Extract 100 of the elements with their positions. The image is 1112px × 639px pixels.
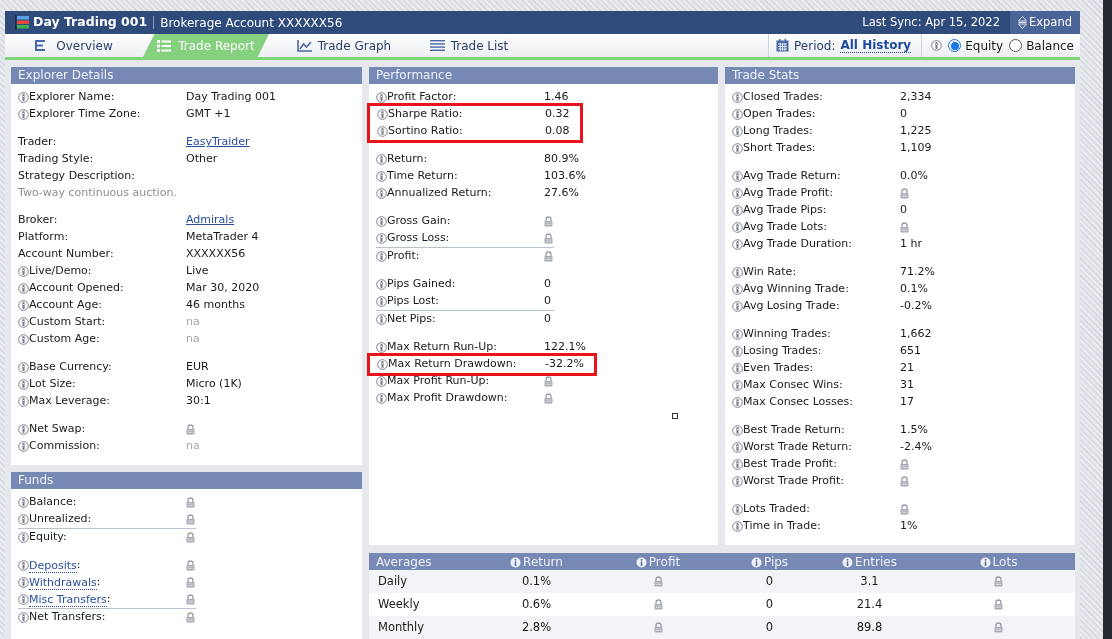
stat-label: Sortino Ratio: [388, 123, 463, 140]
list-icon [157, 39, 173, 52]
stat-link[interactable]: Withdrawals [29, 575, 97, 590]
stat-label: : [76, 557, 81, 574]
info-icon[interactable] [732, 267, 743, 278]
info-icon[interactable] [732, 459, 743, 470]
info-icon[interactable] [18, 362, 29, 373]
stat-label: Closed Trades: [743, 89, 823, 106]
stat-label: Account Age: [29, 297, 102, 314]
info-icon[interactable] [18, 594, 29, 605]
info-icon[interactable] [732, 380, 743, 391]
stat-value: 17 [900, 394, 915, 411]
info-icon[interactable] [18, 317, 29, 328]
info-icon[interactable] [732, 476, 743, 487]
info-icon[interactable] [732, 425, 743, 436]
info-icon[interactable] [377, 359, 388, 370]
stat-link[interactable]: Admirals [186, 212, 355, 229]
period-link[interactable]: All History [840, 38, 912, 53]
info-icon[interactable] [376, 171, 387, 182]
stat-label: Avg Trade Lots: [743, 219, 827, 236]
info-icon[interactable] [18, 612, 29, 623]
info-icon[interactable] [635, 556, 647, 568]
stat-value: 30:1 [186, 393, 212, 410]
info-icon[interactable] [18, 577, 29, 588]
info-icon[interactable] [18, 532, 29, 543]
info-icon[interactable] [732, 92, 743, 103]
tab[interactable]: Trade List [419, 34, 519, 57]
stat-value: Mar 30, 2020 [186, 280, 261, 297]
info-icon[interactable] [18, 560, 29, 571]
info-icon[interactable] [732, 205, 743, 216]
info-icon[interactable] [376, 188, 387, 199]
info-icon[interactable] [732, 284, 743, 295]
info-icon[interactable] [376, 314, 387, 325]
info-icon[interactable] [376, 342, 387, 353]
expand-button[interactable]: Expand [1010, 11, 1080, 34]
info-icon[interactable] [377, 109, 388, 120]
stat-value: GMT +1 [186, 106, 232, 123]
info-icon[interactable] [18, 396, 29, 407]
info-icon[interactable] [732, 239, 743, 250]
info-icon[interactable] [18, 514, 29, 525]
stat-value: 21 [900, 360, 915, 377]
info-icon[interactable] [18, 300, 29, 311]
info-icon[interactable] [18, 266, 29, 277]
info-icon[interactable] [376, 216, 387, 227]
info-icon[interactable] [750, 556, 762, 568]
info-icon[interactable] [376, 233, 387, 244]
line-chart-icon [296, 39, 312, 52]
table-cell-text: 89.8 [856, 618, 883, 636]
info-icon[interactable] [842, 556, 854, 568]
info-icon[interactable] [732, 301, 743, 312]
info-icon[interactable] [18, 92, 29, 103]
info-icon[interactable] [732, 109, 743, 120]
info-icon[interactable] [18, 109, 29, 120]
stat-link[interactable]: Deposits [29, 558, 77, 573]
info-icon[interactable] [510, 556, 522, 568]
radio-button[interactable] [1009, 39, 1023, 52]
info-icon[interactable] [931, 40, 943, 51]
stat-label: Gross Gain: [387, 213, 451, 230]
info-icon[interactable] [376, 92, 387, 103]
column-header: Profit [594, 553, 722, 571]
info-icon[interactable] [376, 154, 387, 165]
radio-option[interactable]: Equity [948, 36, 1004, 55]
info-icon[interactable] [732, 397, 743, 408]
info-icon[interactable] [18, 334, 29, 345]
info-icon[interactable] [732, 222, 743, 233]
info-icon[interactable] [732, 171, 743, 182]
tab[interactable]: Overview [5, 34, 143, 57]
info-icon[interactable] [732, 346, 743, 357]
info-icon[interactable] [732, 504, 743, 515]
info-icon[interactable] [732, 126, 743, 137]
stat-value: XXXXXX56 [186, 246, 247, 263]
info-icon[interactable] [18, 441, 29, 452]
stat-label: Sharpe Ratio: [388, 106, 463, 123]
info-icon[interactable] [18, 497, 29, 508]
info-icon[interactable] [732, 188, 743, 199]
info-icon[interactable] [376, 376, 387, 387]
info-icon[interactable] [732, 329, 743, 340]
tab[interactable]: Trade Graph [269, 34, 419, 57]
info-icon[interactable] [376, 393, 387, 404]
info-icon[interactable] [732, 442, 743, 453]
info-icon[interactable] [732, 143, 743, 154]
info-icon[interactable] [376, 251, 387, 262]
column-header: Pips [722, 553, 817, 571]
stat-link[interactable]: Misc Transfers [29, 592, 107, 607]
info-icon[interactable] [376, 296, 387, 307]
info-icon[interactable] [18, 283, 29, 294]
radio-option[interactable]: Balance [1009, 36, 1074, 55]
info-icon[interactable] [376, 279, 387, 290]
info-icon[interactable] [18, 424, 29, 435]
stat-link[interactable]: EasyTraider [186, 134, 355, 151]
stat-label: Broker: [18, 212, 58, 229]
info-icon[interactable] [732, 521, 743, 532]
info-icon[interactable] [979, 556, 991, 568]
stat-value: na [186, 331, 201, 348]
info-icon[interactable] [732, 363, 743, 374]
stat-value: 1,225 [900, 123, 933, 140]
info-icon[interactable] [18, 379, 29, 390]
info-icon[interactable] [377, 126, 388, 137]
table-cell-text: Monthly [378, 618, 425, 636]
stat-label: Annualized Return: [387, 185, 492, 202]
